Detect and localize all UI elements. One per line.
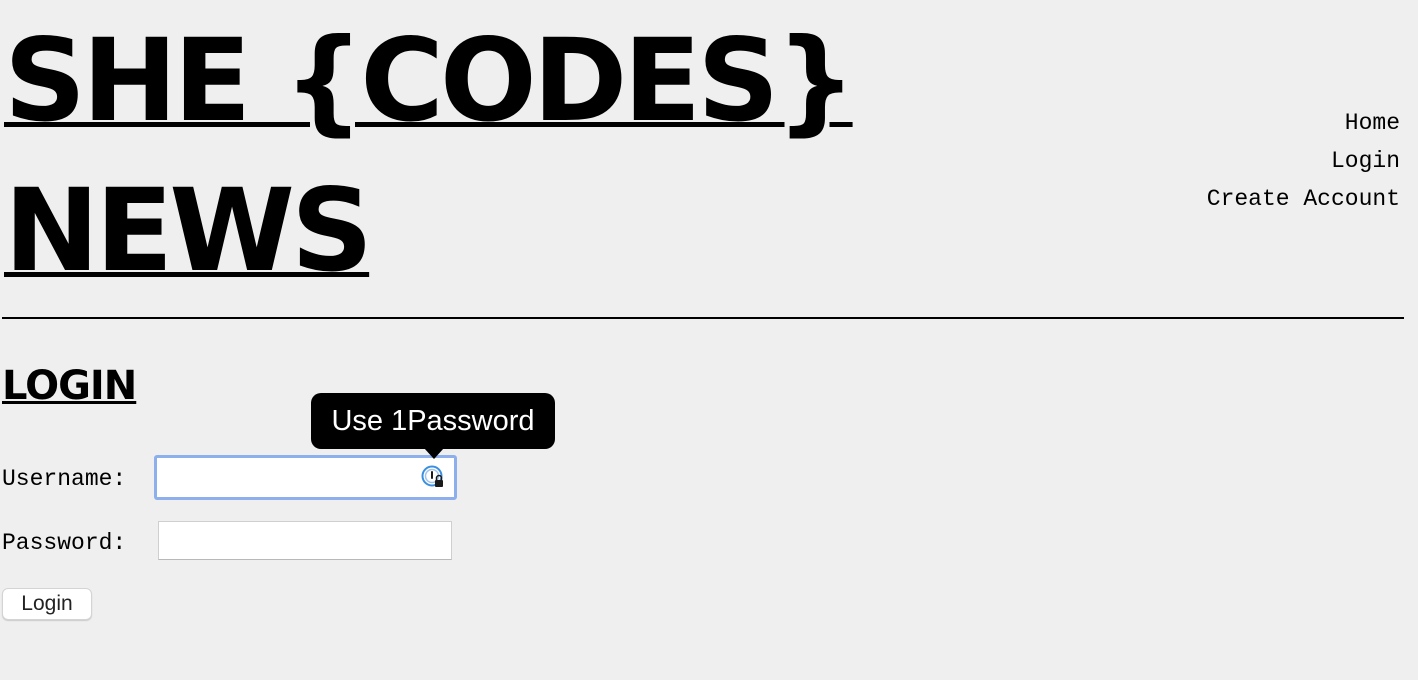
username-label: Username: — [2, 466, 127, 492]
tooltip-arrow — [424, 448, 444, 459]
nav-link-home[interactable]: Home — [1207, 104, 1400, 142]
nav-link-create-account[interactable]: Create Account — [1207, 180, 1400, 218]
header-divider — [2, 317, 1404, 319]
1password-tooltip[interactable]: Use 1Password — [311, 393, 555, 449]
nav-link-login[interactable]: Login — [1207, 142, 1400, 180]
username-field[interactable] — [154, 455, 457, 500]
main-nav: Home Login Create Account — [1207, 104, 1400, 218]
login-button[interactable]: Login — [2, 588, 92, 620]
password-field[interactable] — [158, 521, 452, 560]
password-label: Password: — [2, 530, 127, 556]
site-title-link[interactable]: SHE {CODES} NEWS — [4, 6, 884, 306]
page-title: LOGIN — [2, 363, 137, 409]
1password-icon[interactable] — [421, 465, 445, 489]
